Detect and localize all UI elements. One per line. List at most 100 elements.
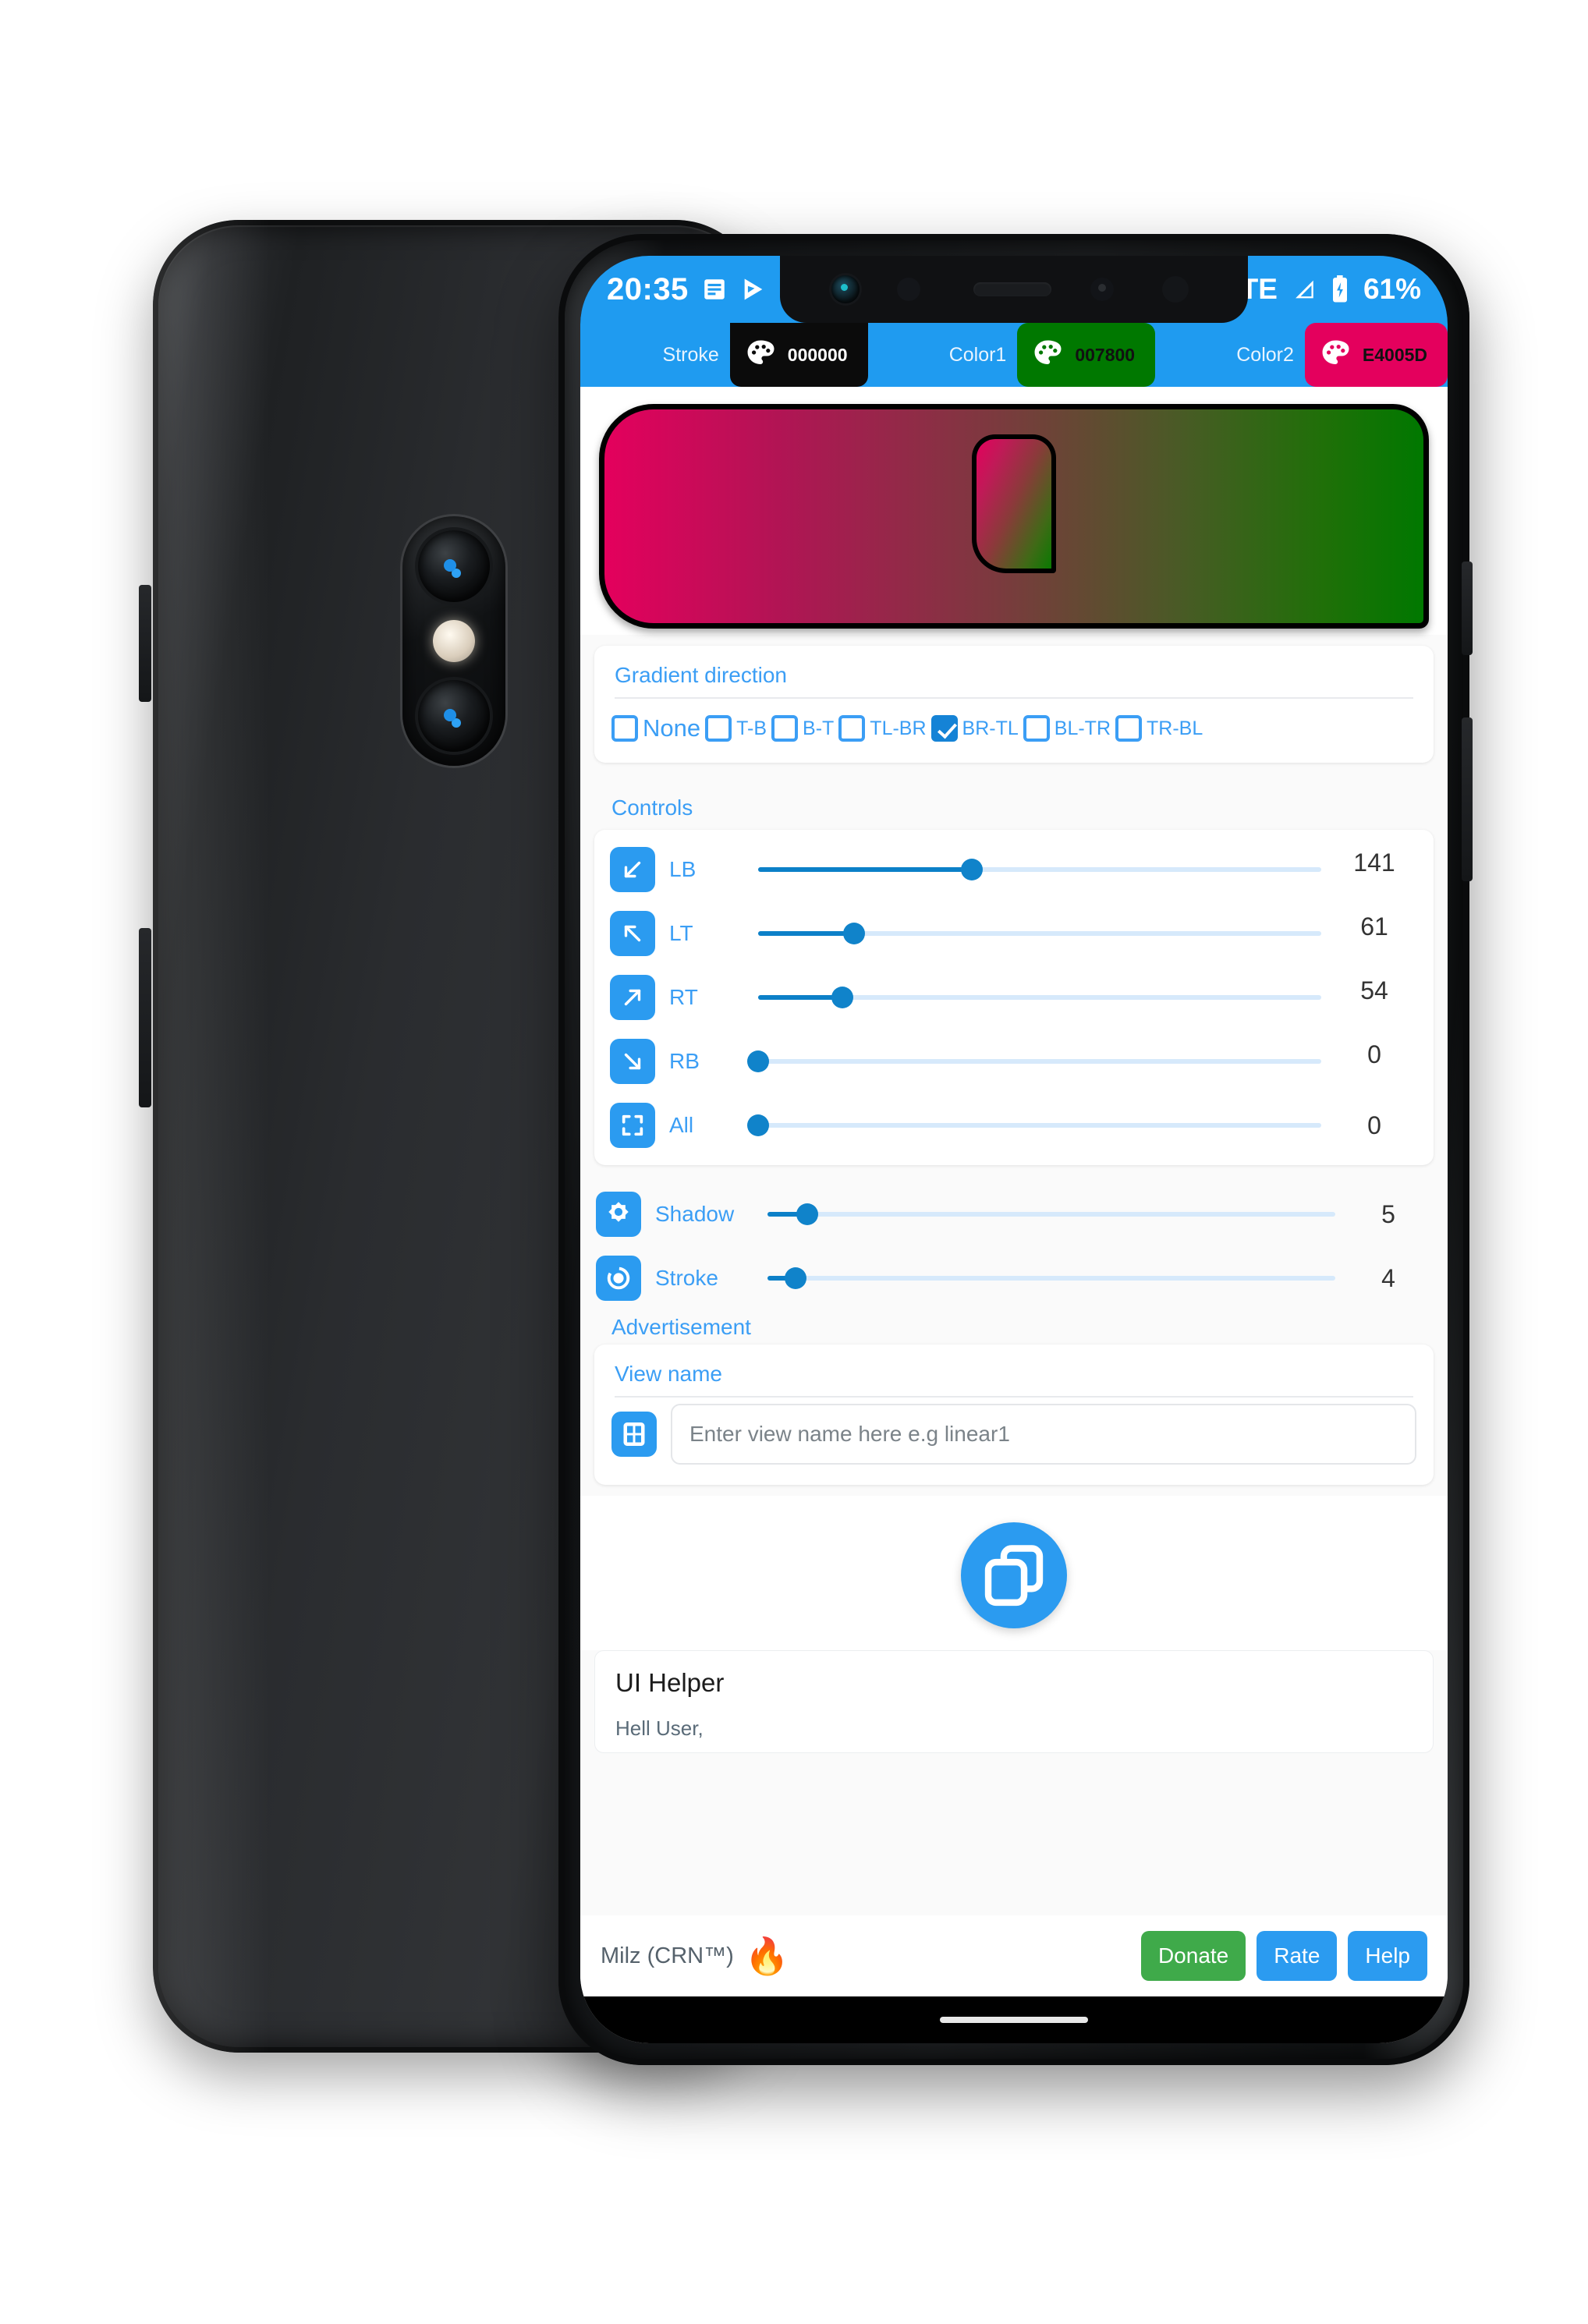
checkbox-none[interactable] (611, 715, 638, 742)
slider-track-rt[interactable] (758, 987, 1321, 1008)
slider-value-box-rt[interactable]: 54 (1331, 976, 1418, 1019)
slider-knob-all[interactable] (747, 1114, 769, 1136)
checkbox-bl-tr[interactable] (1023, 715, 1050, 742)
promo-greeting: Hell User, (615, 1716, 704, 1740)
battery-percentage: 61% (1363, 273, 1421, 305)
checkbox-tl-br[interactable] (838, 715, 866, 742)
gradient-option-label: None (643, 714, 701, 742)
shape-preview-area (580, 387, 1448, 635)
slider-row-shadow: Shadow 5 (580, 1182, 1448, 1246)
promo-logo-area (580, 1496, 1448, 1650)
camera-flash-icon (433, 620, 475, 662)
phone-front-device: 20:35 LTE 61% Stroke 000000 Color1 00780… (558, 234, 1473, 2065)
status-bar-left: 20:35 (607, 272, 806, 307)
proximity-sensor-icon (897, 278, 920, 301)
slider-track-stroke[interactable] (767, 1267, 1335, 1289)
slider-knob-lt[interactable] (842, 923, 865, 944)
slider-knob-rt[interactable] (831, 987, 854, 1008)
slider-track-lb[interactable] (758, 859, 1321, 880)
slider-value-shadow: 5 (1381, 1199, 1395, 1228)
status-time: 20:35 (607, 271, 689, 306)
slider-row-rt: RT 54 (594, 965, 1434, 1029)
rear-camera-lens-bottom (418, 680, 490, 752)
gradient-option-none[interactable]: None (611, 714, 700, 742)
gradient-option-t-b[interactable]: T-B (705, 715, 767, 742)
slider-value-box-rb[interactable]: 0 (1331, 1040, 1418, 1083)
bottom-action-bar: Milz (CRN™) 🔥 Donate Rate Help (580, 1915, 1448, 1996)
slider-value-box-shadow[interactable]: 5 (1345, 1200, 1432, 1229)
rear-camera-module (402, 516, 505, 766)
navigation-bar (580, 1996, 1448, 2043)
gradient-direction-options: None T-B B-T TL-BR BR-TL BL-TR TR-BL (594, 699, 1434, 763)
grid-layout-icon[interactable] (611, 1412, 657, 1457)
rear-side-button (139, 585, 151, 702)
color-cell-color2: Color2 (1155, 323, 1305, 387)
screenshot-stage: 20:35 LTE 61% Stroke 000000 Color1 00780… (0, 0, 1588, 2324)
slider-knob-lb[interactable] (961, 859, 984, 880)
corner-sliders-card: LB 141 LT 61 RT 54 RB 0 All 0 (594, 830, 1434, 1165)
slider-track-shadow[interactable] (767, 1203, 1335, 1225)
arrow-up-left-icon[interactable] (610, 911, 655, 956)
checkbox-b-t[interactable] (771, 715, 799, 742)
slider-value-box-lb[interactable]: 141 (1331, 848, 1418, 891)
slider-row-lb: LB 141 (594, 838, 1434, 902)
slider-row-lt: LT 61 (594, 902, 1434, 965)
checkbox-br-tl[interactable] (930, 715, 958, 742)
ui-helper-app-icon[interactable] (961, 1522, 1067, 1628)
slider-label-rt: RT (669, 985, 698, 1009)
gradient-option-label: BL-TR (1054, 717, 1111, 739)
rate-button[interactable]: Rate (1257, 1931, 1338, 1981)
checkbox-tr-bl[interactable] (1115, 715, 1142, 742)
brand-label: Milz (CRN™) (601, 1943, 734, 1968)
slider-row-stroke: Stroke 4 (580, 1246, 1448, 1310)
arrow-down-left-icon[interactable] (610, 847, 655, 892)
slider-row-rb: RB 0 (594, 1029, 1434, 1093)
gradient-option-br-tl[interactable]: BR-TL (930, 715, 1019, 742)
color1-hex: 007800 (1075, 344, 1136, 365)
color2-label: Color2 (1236, 343, 1294, 366)
view-name-card: View name Enter view name here e.g linea… (594, 1344, 1434, 1485)
slider-track-all[interactable] (747, 1114, 1321, 1136)
slider-value-box-all[interactable]: 0 (1331, 1111, 1418, 1140)
front-volume-button (1462, 717, 1473, 881)
gradient-option-tr-bl[interactable]: TR-BL (1115, 715, 1203, 742)
gradient-preview-shape[interactable] (599, 404, 1429, 629)
notes-icon (701, 276, 728, 303)
help-button[interactable]: Help (1348, 1931, 1427, 1981)
home-gesture-pill[interactable] (940, 2017, 1088, 2023)
slider-value-box-lt[interactable]: 61 (1331, 912, 1418, 955)
color2-button[interactable]: E4005D (1304, 323, 1448, 387)
gradient-option-label: TR-BL (1147, 717, 1203, 739)
gradient-option-bl-tr[interactable]: BL-TR (1023, 715, 1111, 742)
slider-row-all: All 0 (594, 1093, 1434, 1157)
gradient-option-label: B-T (803, 717, 835, 739)
donate-button[interactable]: Donate (1140, 1931, 1246, 1981)
slider-track-lt[interactable] (758, 923, 1321, 944)
color-cell-color1: Color1 (868, 323, 1018, 387)
slider-knob-rb[interactable] (747, 1050, 769, 1072)
gradient-option-b-t[interactable]: B-T (771, 715, 834, 742)
slider-knob-shadow[interactable] (796, 1203, 818, 1225)
color1-button[interactable]: 007800 (1017, 323, 1156, 387)
promo-card[interactable]: UI Helper Hell User, Make good UI by fol… (594, 1650, 1434, 1753)
stroke-circle-icon[interactable] (596, 1256, 641, 1301)
slider-value-lb: 141 (1353, 848, 1395, 877)
gradient-option-label: BR-TL (962, 717, 1019, 739)
slider-value-box-stroke[interactable]: 4 (1345, 1264, 1432, 1293)
advertisement-label: Advertisement (611, 1315, 751, 1339)
view-name-input[interactable]: Enter view name here e.g linear1 (671, 1404, 1416, 1465)
play-store-icon (740, 276, 767, 303)
shadow-gear-icon[interactable] (596, 1192, 641, 1237)
slider-track-rb[interactable] (747, 1050, 1321, 1072)
arrow-up-right-icon[interactable] (610, 975, 655, 1020)
shell-glare-left (153, 220, 270, 2053)
slider-fill (758, 867, 973, 872)
slider-knob-stroke[interactable] (785, 1267, 807, 1289)
stroke-color-label: Stroke (662, 343, 719, 366)
arrow-down-right-icon[interactable] (610, 1039, 655, 1084)
gradient-option-tl-br[interactable]: TL-BR (838, 715, 927, 742)
slider-label-rb: RB (669, 1049, 700, 1073)
expand-all-icon[interactable] (610, 1103, 655, 1148)
checkbox-t-b[interactable] (705, 715, 732, 742)
slider-fill (758, 931, 854, 936)
